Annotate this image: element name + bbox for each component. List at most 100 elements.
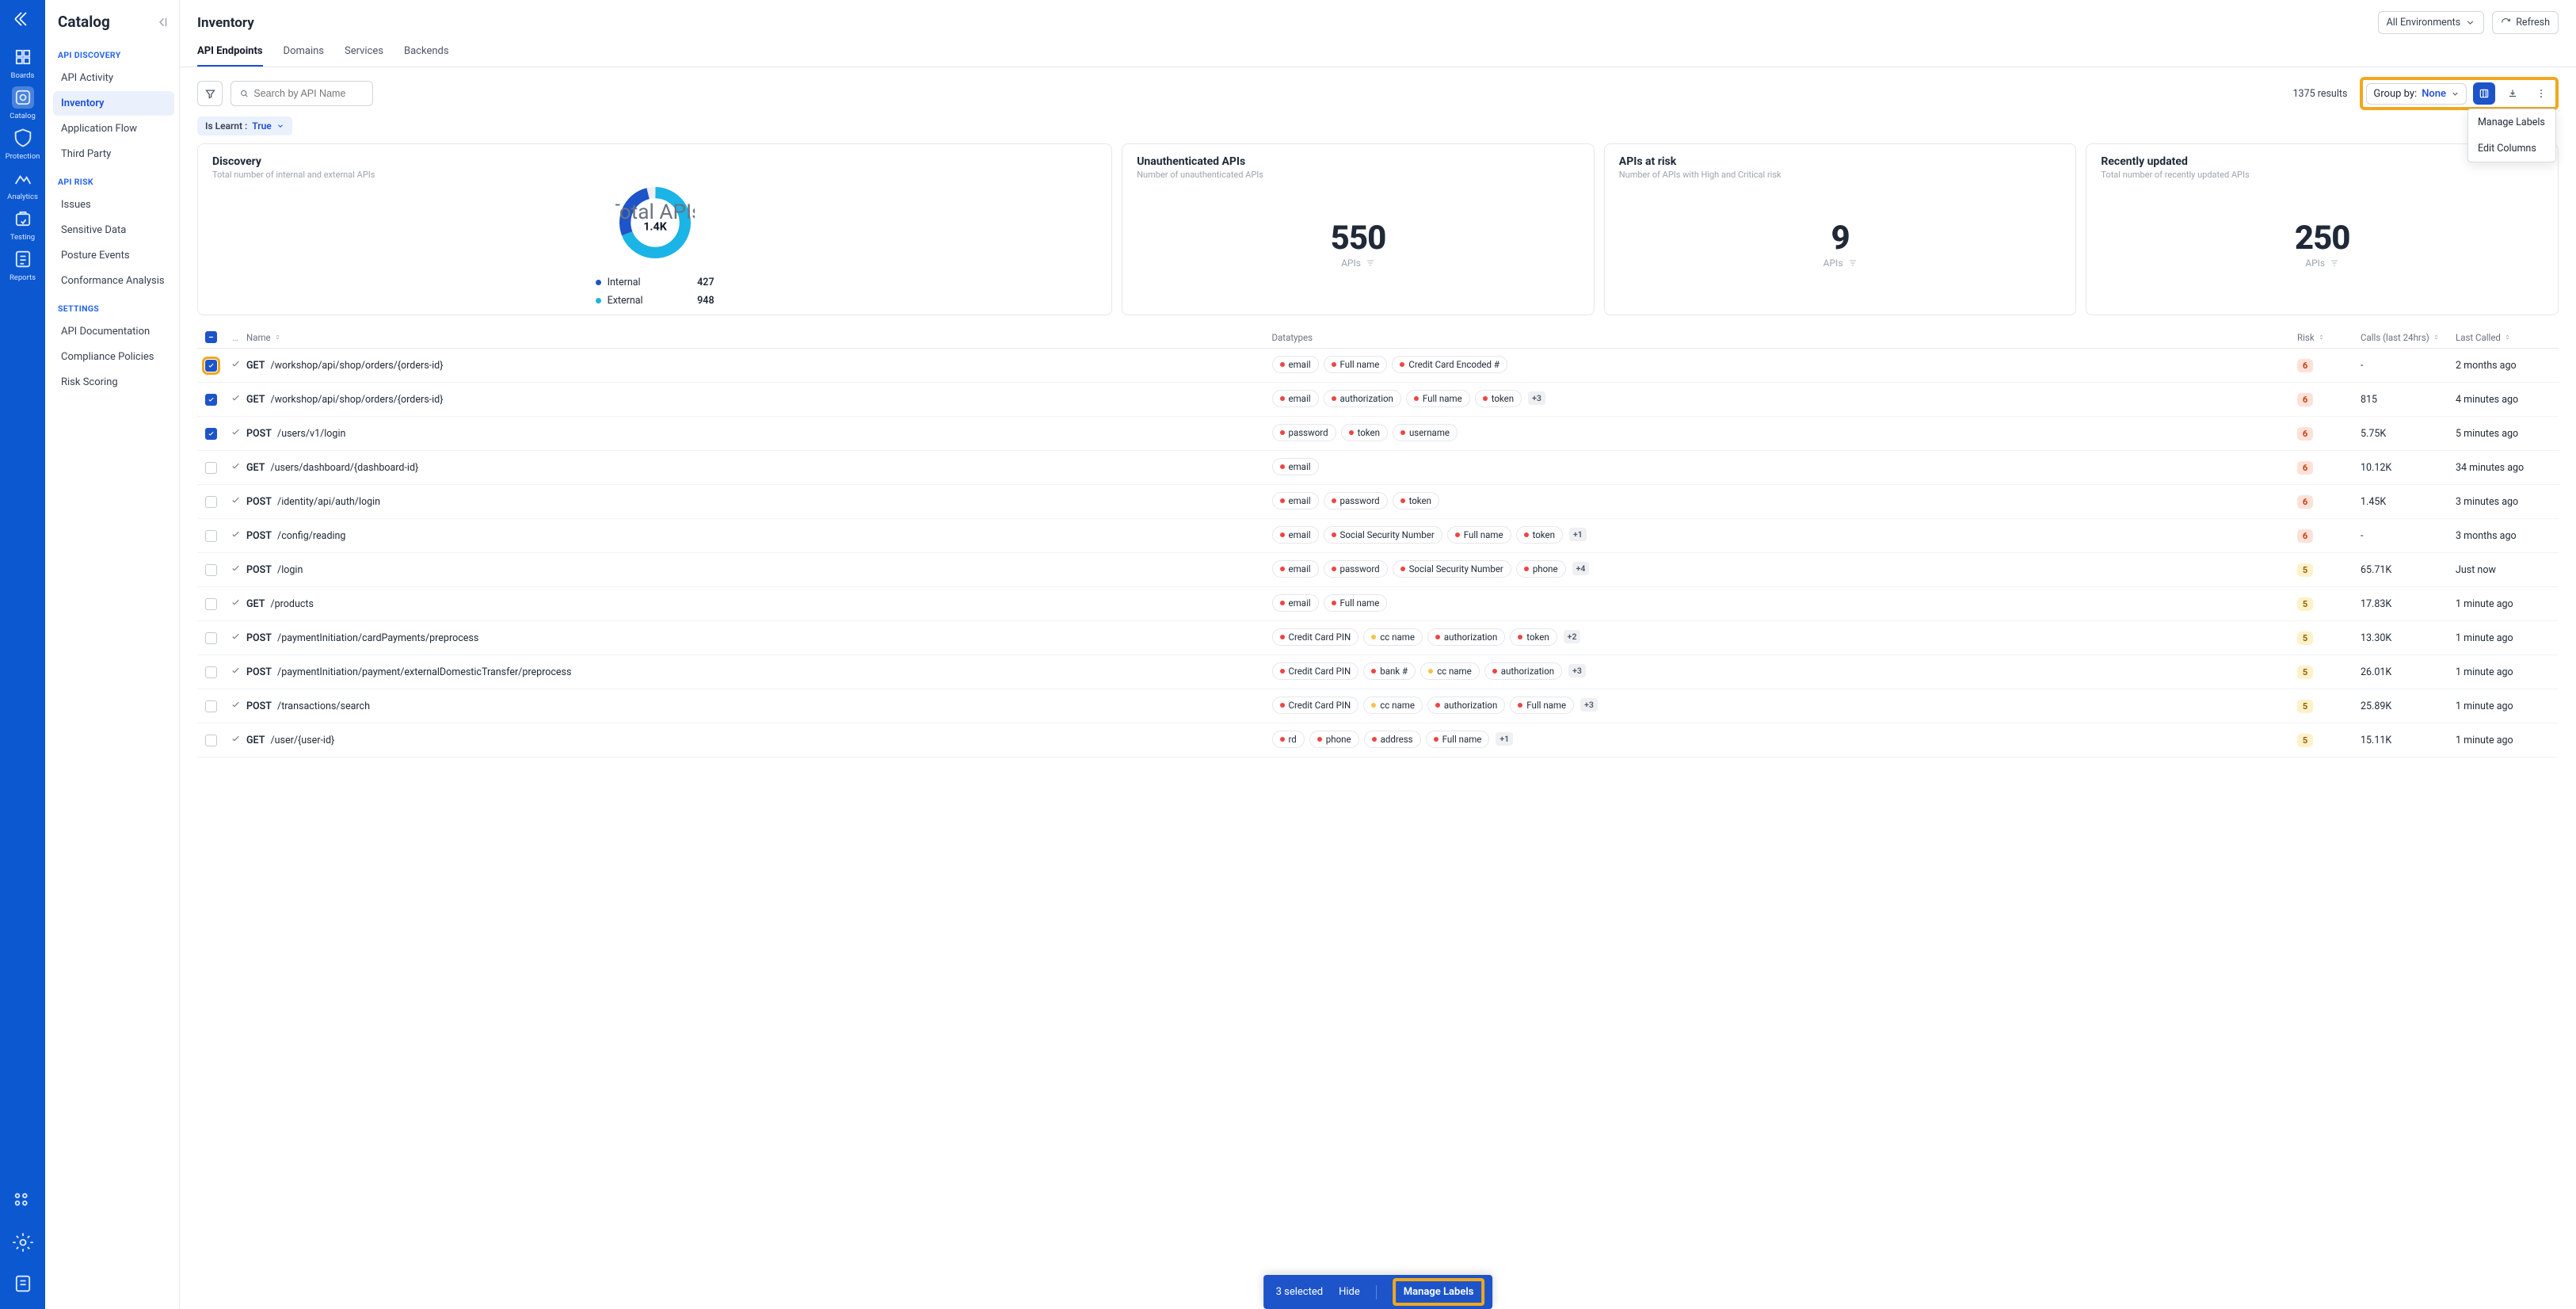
rail-protection[interactable]: Protection — [6, 124, 40, 164]
more-tags[interactable]: +1 — [1569, 528, 1587, 541]
discovery-donut: Total APIs 1.4K — [615, 183, 695, 262]
row-checkbox[interactable] — [205, 700, 217, 712]
more-tags[interactable]: +3 — [1580, 698, 1598, 712]
environment-selector[interactable]: All Environments — [2378, 11, 2485, 34]
data-tag: password — [1324, 560, 1388, 578]
tab-api-endpoints[interactable]: API Endpoints — [197, 39, 263, 67]
more-tags[interactable]: +2 — [1564, 630, 1581, 643]
api-name[interactable]: GET /workshop/api/shop/orders/{orders-id… — [246, 360, 1272, 372]
table-row[interactable]: GET /productsemailFull name517.83K1 minu… — [197, 587, 2559, 621]
tab-services[interactable]: Services — [345, 39, 383, 67]
filter-button[interactable] — [197, 81, 223, 106]
api-name[interactable]: POST /transactions/search — [246, 700, 1272, 712]
table-row[interactable]: POST /users/v1/loginpasswordtokenusernam… — [197, 417, 2559, 451]
row-checkbox[interactable] — [205, 530, 217, 542]
rail-apps-icon[interactable] — [12, 1187, 34, 1216]
sidebar-collapse-icon[interactable] — [155, 15, 170, 29]
data-tag: authorization — [1427, 628, 1505, 646]
data-tag: phone — [1516, 560, 1566, 578]
rail-settings-icon[interactable] — [12, 1228, 34, 1257]
sidebar-item-posture-events[interactable]: Posture Events — [53, 243, 174, 268]
api-name[interactable]: POST /config/reading — [246, 530, 1272, 542]
search-input[interactable] — [231, 81, 373, 106]
more-tags[interactable]: +3 — [1568, 664, 1586, 677]
table-row[interactable]: POST /loginemailpasswordSocial Security … — [197, 553, 2559, 587]
row-checkbox[interactable] — [205, 462, 217, 474]
tab-backends[interactable]: Backends — [404, 39, 449, 67]
search-field[interactable] — [253, 88, 364, 99]
risk-badge: 5 — [2297, 563, 2313, 577]
rail-docs-icon[interactable] — [12, 1269, 34, 1298]
col-menu[interactable]: … — [224, 332, 246, 343]
api-name[interactable]: POST /identity/api/auth/login — [246, 496, 1272, 508]
rail-analytics[interactable]: Analytics — [6, 164, 40, 204]
refresh-button[interactable]: Refresh — [2492, 11, 2559, 34]
api-name[interactable]: POST /login — [246, 564, 1272, 576]
api-name[interactable]: POST /paymentInitiation/payment/external… — [246, 666, 1272, 678]
last-called-cell: 1 minute ago — [2456, 735, 2559, 746]
table-row[interactable]: POST /transactions/searchCredit Card PIN… — [197, 689, 2559, 723]
table-row[interactable]: POST /config/readingemailSocial Security… — [197, 519, 2559, 553]
rail-reports[interactable]: Reports — [6, 245, 40, 285]
selection-hide[interactable]: Hide — [1339, 1286, 1360, 1298]
table-row[interactable]: GET /user/{user-id}rdphoneaddressFull na… — [197, 723, 2559, 758]
calls-cell: - — [2361, 530, 2456, 542]
table-row[interactable]: POST /identity/api/auth/loginemailpasswo… — [197, 485, 2559, 519]
menu-manage-labels[interactable]: Manage Labels — [2468, 109, 2555, 135]
api-name[interactable]: POST /paymentInitiation/cardPayments/pre… — [246, 632, 1272, 644]
sidebar-item-conformance-analysis[interactable]: Conformance Analysis — [53, 269, 174, 293]
rail-boards[interactable]: Boards — [6, 43, 40, 83]
sidebar-item-api-activity[interactable]: API Activity — [53, 66, 174, 90]
api-name[interactable]: POST /users/v1/login — [246, 428, 1272, 440]
sidebar-item-api-documentation[interactable]: API Documentation — [53, 319, 174, 344]
learnt-icon — [231, 599, 241, 611]
data-tag: Social Security Number — [1324, 526, 1442, 544]
group-by-selector[interactable]: Group by: None — [2366, 83, 2467, 105]
tab-domains[interactable]: Domains — [284, 39, 324, 67]
download-icon[interactable] — [2502, 82, 2524, 105]
api-name[interactable]: GET /products — [246, 598, 1272, 610]
sidebar-item-inventory[interactable]: Inventory — [53, 91, 174, 116]
rail-catalog[interactable]: Catalog — [6, 83, 40, 124]
columns-icon[interactable] — [2473, 82, 2495, 105]
results-count: 1375 results — [2293, 88, 2348, 100]
data-tag: email — [1272, 560, 1319, 578]
row-checkbox[interactable] — [205, 564, 217, 576]
table-row[interactable]: GET /workshop/api/shop/orders/{orders-id… — [197, 349, 2559, 383]
more-tags[interactable]: +1 — [1496, 732, 1513, 746]
row-checkbox[interactable] — [205, 632, 217, 644]
select-all-checkbox[interactable] — [205, 331, 217, 343]
row-checkbox[interactable] — [205, 394, 217, 406]
rail-testing[interactable]: Testing — [6, 204, 40, 245]
sidebar-item-compliance-policies[interactable]: Compliance Policies — [53, 345, 174, 369]
learnt-icon — [231, 497, 241, 509]
sidebar-item-third-party[interactable]: Third Party — [53, 142, 174, 166]
row-checkbox[interactable] — [205, 496, 217, 508]
table-row[interactable]: GET /users/dashboard/{dashboard-id}email… — [197, 451, 2559, 485]
sidebar-item-application-flow[interactable]: Application Flow — [53, 116, 174, 141]
row-checkbox[interactable] — [205, 598, 217, 610]
api-name[interactable]: GET /users/dashboard/{dashboard-id} — [246, 462, 1272, 474]
calls-cell: - — [2361, 360, 2456, 372]
row-checkbox[interactable] — [205, 360, 217, 372]
row-checkbox[interactable] — [205, 428, 217, 440]
more-tags[interactable]: +4 — [1572, 562, 1590, 575]
sidebar-item-risk-scoring[interactable]: Risk Scoring — [53, 370, 174, 395]
sidebar-item-issues[interactable]: Issues — [53, 193, 174, 217]
table-row[interactable]: GET /workshop/api/shop/orders/{orders-id… — [197, 383, 2559, 417]
api-name[interactable]: GET /workshop/api/shop/orders/{orders-id… — [246, 394, 1272, 406]
more-menu-icon[interactable] — [2530, 82, 2552, 105]
sidebar-item-sensitive-data[interactable]: Sensitive Data — [53, 218, 174, 242]
row-checkbox[interactable] — [205, 735, 217, 746]
table-row[interactable]: POST /paymentInitiation/payment/external… — [197, 655, 2559, 689]
calls-cell: 15.11K — [2361, 735, 2456, 746]
more-tags[interactable]: +3 — [1528, 391, 1545, 405]
filter-chip-is-learnt[interactable]: Is Learnt : True — [197, 116, 292, 135]
api-name[interactable]: GET /user/{user-id} — [246, 735, 1272, 746]
selection-manage-labels[interactable]: Manage Labels — [1393, 1278, 1485, 1306]
row-checkbox[interactable] — [205, 666, 217, 678]
risk-badge: 6 — [2297, 461, 2313, 475]
menu-edit-columns[interactable]: Edit Columns — [2468, 135, 2555, 162]
risk-badge: 5 — [2297, 597, 2313, 611]
table-row[interactable]: POST /paymentInitiation/cardPayments/pre… — [197, 621, 2559, 655]
